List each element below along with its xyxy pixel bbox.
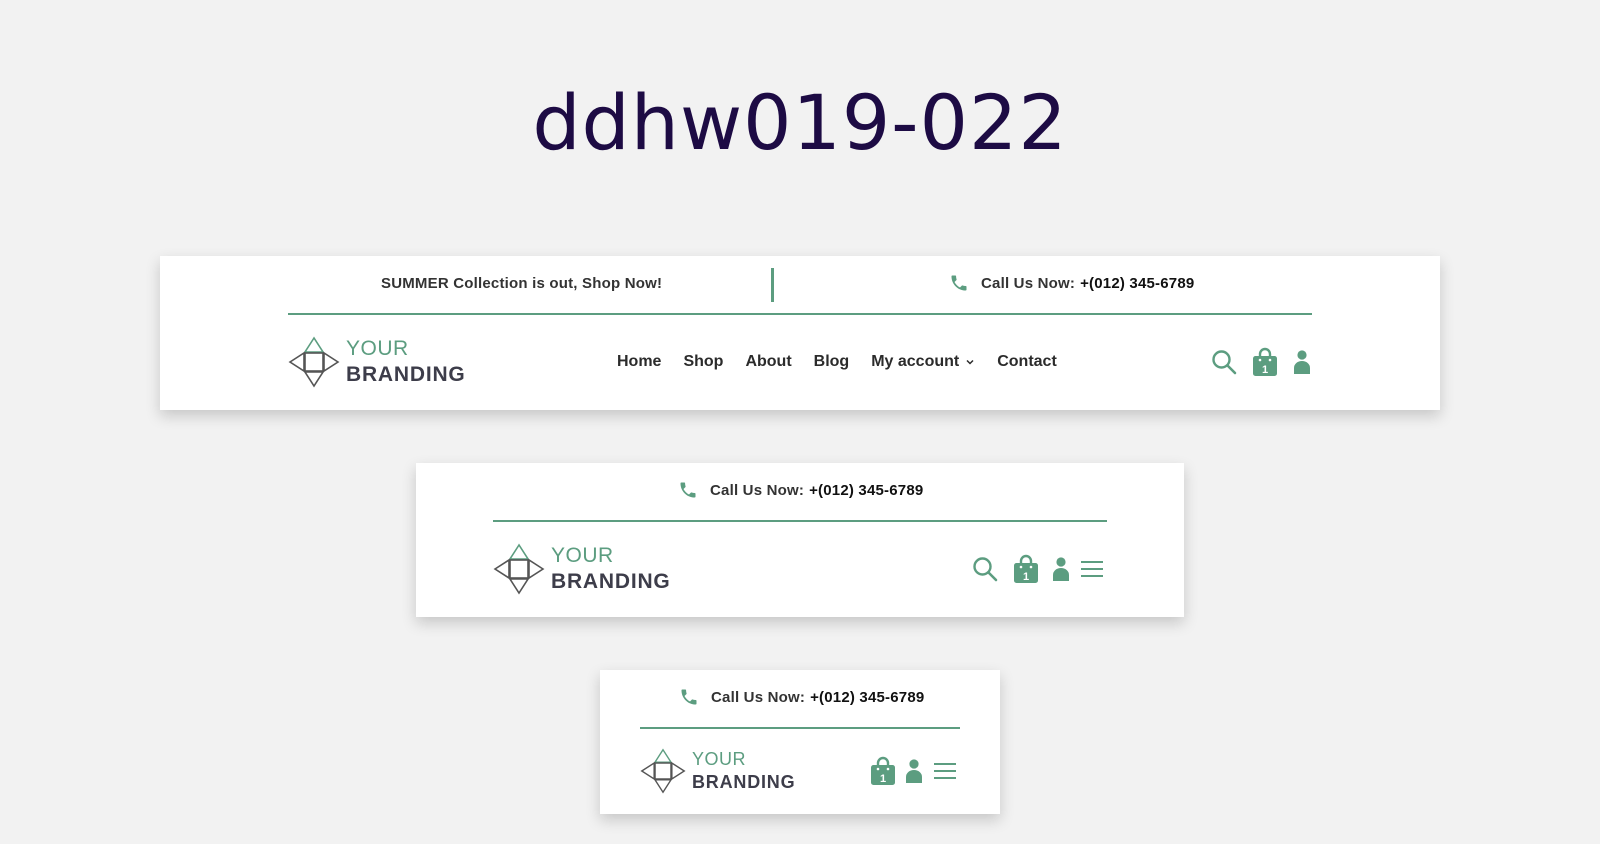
page-title: ddhw019-022 [532,78,1068,167]
phone-icon [680,482,696,498]
logo-line2: BRANDING [692,772,796,792]
main-nav: Home Shop About Blog My account Contact [617,350,1057,374]
chevron-down-icon [966,359,974,365]
logo[interactable]: YOUR BRANDING [640,748,795,794]
user-icon [1294,350,1310,374]
phone-number: +(012) 345-6789 [809,481,924,499]
hamburger-menu-icon [1081,561,1103,577]
call-label: Call Us Now: [711,688,806,706]
search-button[interactable] [971,555,999,583]
account-button[interactable] [1292,348,1312,376]
logo-line1: YOUR [692,749,747,770]
topbar-divider [771,268,774,302]
call-us[interactable]: Call Us Now: +(012) 345-6789 [679,686,924,708]
menu-toggle-button[interactable] [1079,557,1105,581]
nav-my-account-label: My account [871,353,960,370]
header-divider [288,313,1312,315]
call-us[interactable]: Call Us Now: +(012) 345-6789 [678,479,923,501]
phone-number: +(012) 345-6789 [1080,274,1195,292]
cart-button[interactable]: 1 [1013,554,1039,584]
phone-number: +(012) 345-6789 [810,688,925,706]
logo-line1: YOUR [346,336,409,360]
nav-home[interactable]: Home [617,353,661,371]
logo-line1: YOUR [551,543,614,567]
call-us[interactable]: Call Us Now: +(012) 345-6789 [949,272,1194,294]
logo-diamond-icon [640,748,686,794]
header-icons: 1 [971,554,1105,584]
cart-button[interactable]: 1 [870,756,896,786]
tablet-header: Call Us Now: +(012) 345-6789 YOUR BRANDI… [416,463,1184,617]
mobile-header: Call Us Now: +(012) 345-6789 YOUR BRANDI… [600,670,1000,814]
header-icons: 1 [1210,347,1312,377]
call-label: Call Us Now: [710,481,805,499]
logo-line2: BRANDING [551,570,671,593]
phone-icon [681,689,697,705]
nav-contact[interactable]: Contact [997,353,1057,371]
header-icons: 1 [870,756,958,786]
cart-count: 1 [1022,571,1030,583]
nav-about[interactable]: About [745,353,791,371]
logo-diamond-icon [493,543,545,595]
call-label: Call Us Now: [981,274,1076,292]
user-icon [1053,557,1069,581]
hamburger-menu-icon [934,763,956,779]
search-button[interactable] [1210,348,1238,376]
nav-shop[interactable]: Shop [683,353,723,371]
cart-button[interactable]: 1 [1252,347,1278,377]
phone-icon [951,275,967,291]
header-divider [640,727,960,729]
menu-toggle-button[interactable] [932,759,958,783]
search-icon [973,557,998,582]
logo[interactable]: YOUR BRANDING [493,543,671,595]
account-button[interactable] [904,757,924,785]
user-icon [906,759,922,783]
account-button[interactable] [1051,555,1071,583]
desktop-header: SUMMER Collection is out, Shop Now! Call… [160,256,1440,410]
logo[interactable]: YOUR BRANDING [288,336,466,388]
nav-my-account[interactable]: My account [871,353,975,371]
cart-count: 1 [879,773,887,785]
promo-text: SUMMER Collection is out, Shop Now! [381,274,663,292]
cart-count: 1 [1261,364,1269,376]
promo-link[interactable]: SUMMER Collection is out, Shop Now! [381,272,662,294]
logo-diamond-icon [288,336,340,388]
logo-line2: BRANDING [346,363,466,386]
header-divider [493,520,1107,522]
search-icon [1212,350,1237,375]
nav-blog[interactable]: Blog [814,353,850,371]
